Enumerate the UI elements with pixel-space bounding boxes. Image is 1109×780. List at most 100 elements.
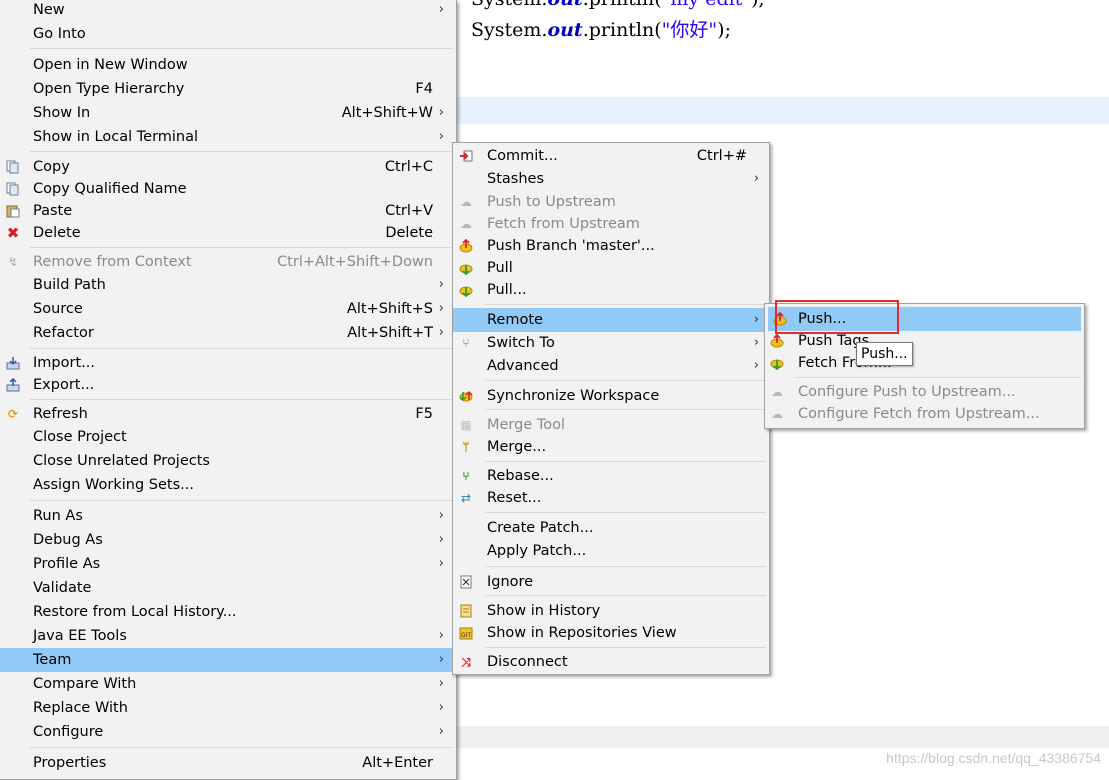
separator xyxy=(485,304,766,305)
commit-icon xyxy=(458,148,474,164)
separator xyxy=(485,512,766,513)
tooltip: Push... xyxy=(856,342,913,366)
menu-item-merge[interactable]: ᛘ Merge... xyxy=(453,435,769,459)
menu-item-synchronize-workspace[interactable]: Synchronize Workspace xyxy=(453,384,769,408)
menu-item-open-type-hierarchy[interactable]: Open Type Hierarchy F4 xyxy=(0,77,456,101)
menu-item-restore-from-local-history[interactable]: Restore from Local History... xyxy=(0,600,456,624)
copy-icon xyxy=(5,159,21,175)
menu-item-advanced[interactable]: Advanced › xyxy=(453,354,769,378)
separator xyxy=(30,48,453,49)
menu-item-disconnect[interactable]: ⤨ Disconnect xyxy=(453,650,769,674)
pull-dialog-icon xyxy=(458,282,474,298)
menu-item-copy-qualified-name[interactable]: Copy Qualified Name xyxy=(0,177,456,201)
push-tags-icon xyxy=(769,333,785,349)
configure-fetch-icon: ☁ xyxy=(771,407,783,421)
menu-item-refactor[interactable]: Refactor Alt+Shift+T › xyxy=(0,321,456,345)
menu-item-remove-from-context[interactable]: ↯ Remove from Context Ctrl+Alt+Shift+Down xyxy=(0,250,456,274)
svg-text:GIT: GIT xyxy=(461,632,471,639)
menu-item-ignore[interactable]: Ignore xyxy=(453,570,769,594)
menu-item-import[interactable]: Import... xyxy=(0,351,456,375)
separator xyxy=(485,409,766,410)
menu-item-configure[interactable]: Configure › xyxy=(0,720,456,744)
context-menu: New › Go Into Open in New Window Open Typ… xyxy=(0,0,457,780)
editor-current-line xyxy=(456,97,1109,124)
menu-item-commit[interactable]: Commit... Ctrl+# xyxy=(453,144,769,168)
merge-tool-icon: ▦ xyxy=(460,418,472,432)
import-icon xyxy=(5,355,21,371)
menu-item-debug-as[interactable]: Debug As › xyxy=(0,528,456,552)
menu-item-compare-with[interactable]: Compare With › xyxy=(0,672,456,696)
menu-item-create-patch[interactable]: Create Patch... xyxy=(453,516,769,540)
push-upstream-icon: ☁ xyxy=(460,195,472,209)
disconnect-icon: ⤨ xyxy=(461,655,471,669)
menu-item-replace-with[interactable]: Replace With › xyxy=(0,696,456,720)
separator xyxy=(485,566,766,567)
menu-item-switch-to[interactable]: ⑂ Switch To › xyxy=(453,331,769,355)
rebase-icon: ⑂ xyxy=(462,469,470,483)
code-line-println-nihao: System.out.println("你好"); xyxy=(471,19,731,41)
menu-item-pull[interactable]: Pull xyxy=(453,256,769,280)
separator xyxy=(30,247,453,248)
separator xyxy=(485,380,766,381)
separator xyxy=(485,647,766,648)
menu-item-pull-dialog[interactable]: Pull... xyxy=(453,278,769,302)
menu-item-fetch-from[interactable]: Fetch From... xyxy=(765,351,1084,375)
remove-context-icon: ↯ xyxy=(7,255,19,269)
menu-item-configure-fetch-from-upstream[interactable]: ☁ Configure Fetch from Upstream... xyxy=(765,402,1084,426)
push-branch-icon xyxy=(458,238,474,254)
refresh-icon: ⟳ xyxy=(7,407,19,421)
menu-item-assign-working-sets[interactable]: Assign Working Sets... xyxy=(0,473,456,497)
menu-item-java-ee-tools[interactable]: Java EE Tools › xyxy=(0,624,456,648)
code-line-println-edit: System.out.println("my edit"); xyxy=(471,0,765,10)
menu-item-build-path[interactable]: Build Path › xyxy=(0,273,456,297)
menu-item-show-in[interactable]: Show In Alt+Shift+W › xyxy=(0,101,456,125)
fetch-upstream-icon: ☁ xyxy=(460,217,472,231)
menu-item-stashes[interactable]: Stashes › xyxy=(453,167,769,191)
menu-item-reset[interactable]: ⇄ Reset... xyxy=(453,486,769,510)
fetch-icon xyxy=(769,355,785,371)
separator xyxy=(30,500,453,501)
menu-item-profile-as[interactable]: Profile As › xyxy=(0,552,456,576)
separator xyxy=(485,461,766,462)
menu-item-properties[interactable]: Properties Alt+Enter xyxy=(0,751,456,775)
menu-item-apply-patch[interactable]: Apply Patch... xyxy=(453,539,769,563)
merge-icon: ᛘ xyxy=(462,440,470,454)
menu-item-merge-tool[interactable]: ▦ Merge Tool xyxy=(453,413,769,437)
menu-item-refresh[interactable]: ⟳ Refresh F5 xyxy=(0,402,456,426)
menu-item-delete[interactable]: ✖ Delete Delete xyxy=(0,221,456,245)
menu-item-paste[interactable]: Paste Ctrl+V xyxy=(0,199,456,223)
menu-item-new[interactable]: New › xyxy=(0,0,456,22)
separator xyxy=(30,151,453,152)
editor-lower-band xyxy=(456,726,1109,748)
menu-item-show-in-repositories-view[interactable]: GIT Show in Repositories View xyxy=(453,621,769,645)
menu-item-push-branch-master[interactable]: Push Branch 'master'... xyxy=(453,234,769,258)
export-icon xyxy=(5,377,21,393)
delete-icon: ✖ xyxy=(6,224,20,242)
menu-item-export[interactable]: Export... xyxy=(0,373,456,397)
menu-item-close-project[interactable]: Close Project xyxy=(0,425,456,449)
configure-push-icon: ☁ xyxy=(771,385,783,399)
menu-item-go-into[interactable]: Go Into xyxy=(0,22,456,46)
separator xyxy=(795,377,1081,378)
menu-item-push-to-upstream[interactable]: ☁ Push to Upstream xyxy=(453,190,769,214)
menu-item-source[interactable]: Source Alt+Shift+S › xyxy=(0,297,456,321)
menu-item-validate[interactable]: Validate xyxy=(0,576,456,600)
menu-item-configure-push-to-upstream[interactable]: ☁ Configure Push to Upstream... xyxy=(765,380,1084,404)
menu-item-team[interactable]: Team › xyxy=(0,648,456,672)
menu-item-show-in-local-terminal[interactable]: Show in Local Terminal › xyxy=(0,125,456,149)
reset-icon: ⇄ xyxy=(460,491,472,505)
menu-item-open-in-new-window[interactable]: Open in New Window xyxy=(0,53,456,77)
copy-qualified-name-icon xyxy=(5,181,21,197)
pull-icon xyxy=(458,260,474,276)
menu-item-rebase[interactable]: ⑂ Rebase... xyxy=(453,464,769,488)
menu-item-run-as[interactable]: Run As › xyxy=(0,504,456,528)
separator xyxy=(30,348,453,349)
separator xyxy=(485,595,766,596)
menu-item-close-unrelated-projects[interactable]: Close Unrelated Projects xyxy=(0,449,456,473)
menu-item-fetch-from-upstream[interactable]: ☁ Fetch from Upstream xyxy=(453,212,769,236)
menu-item-copy[interactable]: Copy Ctrl+C xyxy=(0,155,456,179)
separator xyxy=(30,399,453,400)
menu-item-remote[interactable]: Remote › xyxy=(453,308,769,332)
highlight-box xyxy=(775,300,899,334)
menu-item-show-in-history[interactable]: Show in History xyxy=(453,599,769,623)
